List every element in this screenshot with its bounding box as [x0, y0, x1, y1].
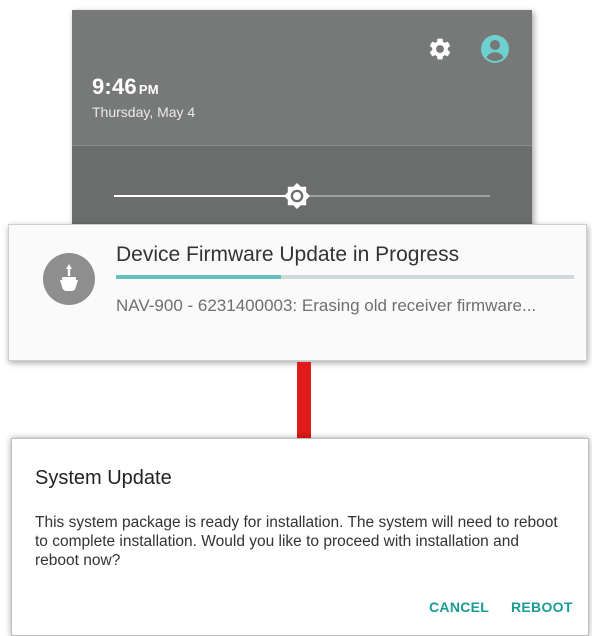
- gear-icon[interactable]: [427, 36, 453, 62]
- system-update-dialog: System Update This system package is rea…: [11, 438, 589, 636]
- firmware-update-notification[interactable]: Device Firmware Update in Progress NAV-9…: [8, 224, 587, 361]
- firmware-progress-bar: [116, 275, 574, 279]
- clock-time: 9:46: [92, 74, 137, 99]
- user-account-icon[interactable]: [480, 34, 510, 64]
- clock: 9:46 PM: [92, 74, 159, 100]
- notification-shade: 9:46 PM Thursday, May 4: [72, 10, 532, 236]
- notification-message: NAV-900 - 6231400003: Erasing old receiv…: [116, 296, 537, 315]
- notification-title: Device Firmware Update in Progress: [116, 243, 460, 266]
- clock-ampm: PM: [138, 82, 159, 97]
- reboot-button[interactable]: REBOOT: [511, 599, 573, 615]
- brightness-slider-fill: [114, 195, 299, 197]
- dialog-message: This system package is ready for install…: [35, 514, 558, 569]
- cancel-button[interactable]: CANCEL: [429, 599, 489, 615]
- brightness-icon[interactable]: [283, 182, 311, 210]
- screen-canvas: 9:46 PM Thursday, May 4 Device Firmware …: [0, 0, 592, 636]
- firmware-update-icon: [43, 253, 95, 305]
- date-label: Thursday, May 4: [92, 104, 196, 120]
- firmware-progress-fill: [116, 275, 281, 279]
- dialog-title: System Update: [35, 467, 172, 489]
- dialog-actions: CANCEL REBOOT: [12, 599, 590, 619]
- firmware-update-glyph: [60, 264, 78, 291]
